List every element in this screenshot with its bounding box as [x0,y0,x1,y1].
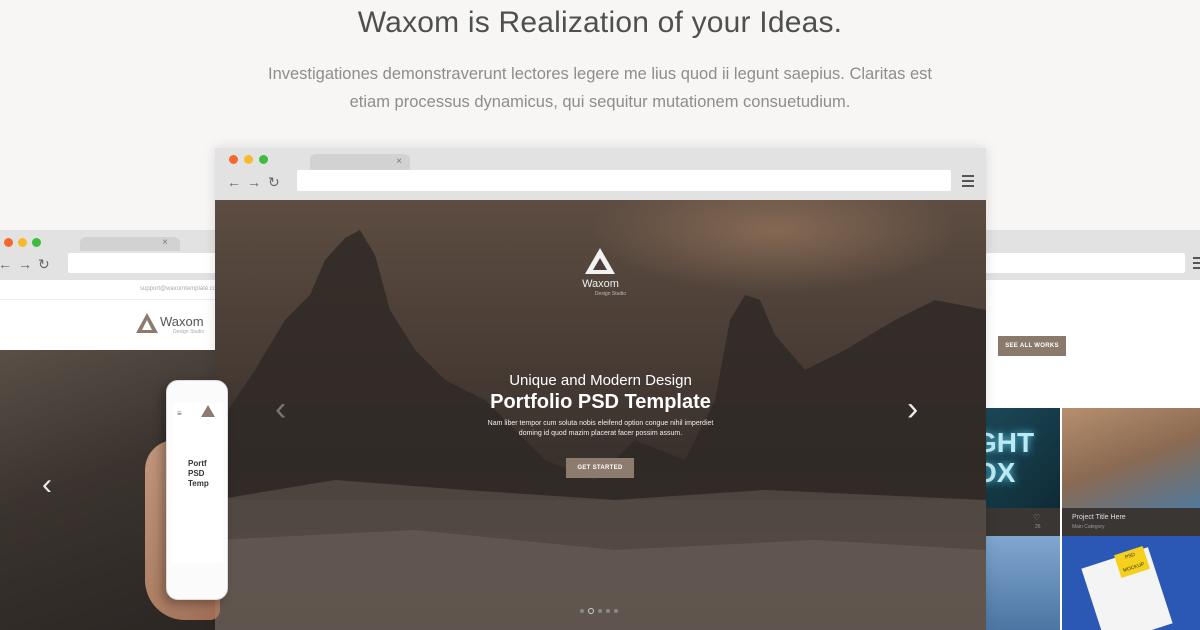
page-headline: Waxom is Realization of your Ideas. [357,6,843,39]
hero-brand[interactable]: Waxom [215,278,986,290]
maximize-dot[interactable] [32,238,41,247]
project-category: Main Category [1072,524,1105,530]
next-slide-arrow-icon[interactable]: › [907,390,918,429]
hero-subtitle: Unique and Modern Design [509,372,692,389]
hero-description: Nam liber tempor cum soluta nobis eleife… [215,419,986,439]
portfolio-tile-mockup[interactable]: PSD MOCKUP [1062,536,1200,630]
browser-tab[interactable]: × [310,154,410,170]
project-title[interactable]: Project Title Here [1072,514,1126,521]
slide-dot[interactable] [580,608,584,613]
address-bar[interactable] [68,253,230,273]
minimize-dot[interactable] [244,155,253,164]
phone-menu-icon[interactable]: ≡ [177,409,182,418]
forward-icon[interactable]: → [247,175,261,189]
left-browser-chrome: × ← → ↻ [0,230,230,280]
likes-count: 26 [1035,524,1041,530]
main-browser-chrome: × ← → ↻ [215,148,986,200]
waxom-logo-icon [136,313,158,333]
slide-dot[interactable] [606,608,610,613]
waxom-logo-icon [585,248,615,274]
hero-brand-sub: Design Studio [594,291,627,297]
slide-dot-active[interactable] [588,607,594,614]
site-topbar: support@waxomtemplate.com [0,280,230,300]
minimize-dot[interactable] [18,238,27,247]
phone-logo-icon [201,405,215,417]
close-dot[interactable] [229,155,238,164]
menu-icon[interactable] [1193,257,1200,272]
page-subtext: Investigationes demonstraverunt lectores… [230,60,970,116]
right-browser-window: SEE ALL WORKS GHT OX ♡ 26 Project Title H… [975,230,1200,630]
tile-caption: ♡ 26 [975,508,1060,536]
main-browser-window: × ← → ↻ Waxom Design Studio Unique and M… [215,148,986,630]
subtext-line-2: etiam processus dynamicus, qui sequitur … [349,93,851,111]
back-icon[interactable]: ← [227,175,241,189]
hero-desc-line-2: doming id quod mazim placerat facer poss… [518,430,683,437]
phone-title-line-2: PSD Temp [188,469,209,488]
back-icon[interactable]: ← [0,257,12,271]
forward-icon[interactable]: → [18,257,32,271]
see-all-works-button[interactable]: SEE ALL WORKS [998,336,1066,356]
slider-pagination [580,602,622,620]
close-dot[interactable] [4,238,13,247]
portfolio-tile-light-box[interactable]: GHT OX [975,408,1060,508]
site-header: Waxom Design Studio [0,300,230,350]
hero-desc-line-1: Nam liber tempor cum soluta nobis eleife… [487,420,714,427]
address-bar[interactable] [297,170,951,191]
heart-icon[interactable]: ♡ [1033,513,1040,522]
phone-mockup: ≡ Portf PSD Temp [166,380,228,600]
close-tab-icon[interactable]: × [162,237,168,248]
slide-dot[interactable] [614,608,618,613]
support-email[interactable]: support@waxomtemplate.com [140,286,221,292]
close-tab-icon[interactable]: × [396,156,402,167]
prev-arrow-icon[interactable]: ‹ [42,468,52,502]
browser-tab[interactable]: × [80,237,180,251]
prev-slide-arrow-icon[interactable]: ‹ [275,390,286,429]
site-logo-sub: Design Studio [173,329,205,335]
hero-slider: Waxom Design Studio Unique and Modern De… [215,200,986,630]
phone-title-line-1: Portf [188,459,207,468]
site-logo[interactable]: Waxom [160,314,204,329]
menu-icon[interactable] [962,175,974,190]
slide-dot[interactable] [598,608,602,613]
portfolio-tile-building[interactable] [975,536,1060,630]
hero-title: Portfolio PSD Template [490,391,711,413]
subtext-line-1: Investigationes demonstraverunt lectores… [267,65,933,83]
tile-caption-project: Project Title Here Main Category [1062,508,1200,536]
right-browser-chrome [975,230,1200,280]
address-bar[interactable] [975,253,1185,273]
reload-icon[interactable]: ↻ [268,175,280,189]
maximize-dot[interactable] [259,155,268,164]
phone-screen: ≡ Portf PSD Temp [173,403,223,563]
get-started-button[interactable]: GET STARTED [566,458,634,478]
phone-hero-title: Portf PSD Temp [188,459,223,489]
portfolio-tile-rocks[interactable] [1062,408,1200,508]
reload-icon[interactable]: ↻ [38,257,50,271]
